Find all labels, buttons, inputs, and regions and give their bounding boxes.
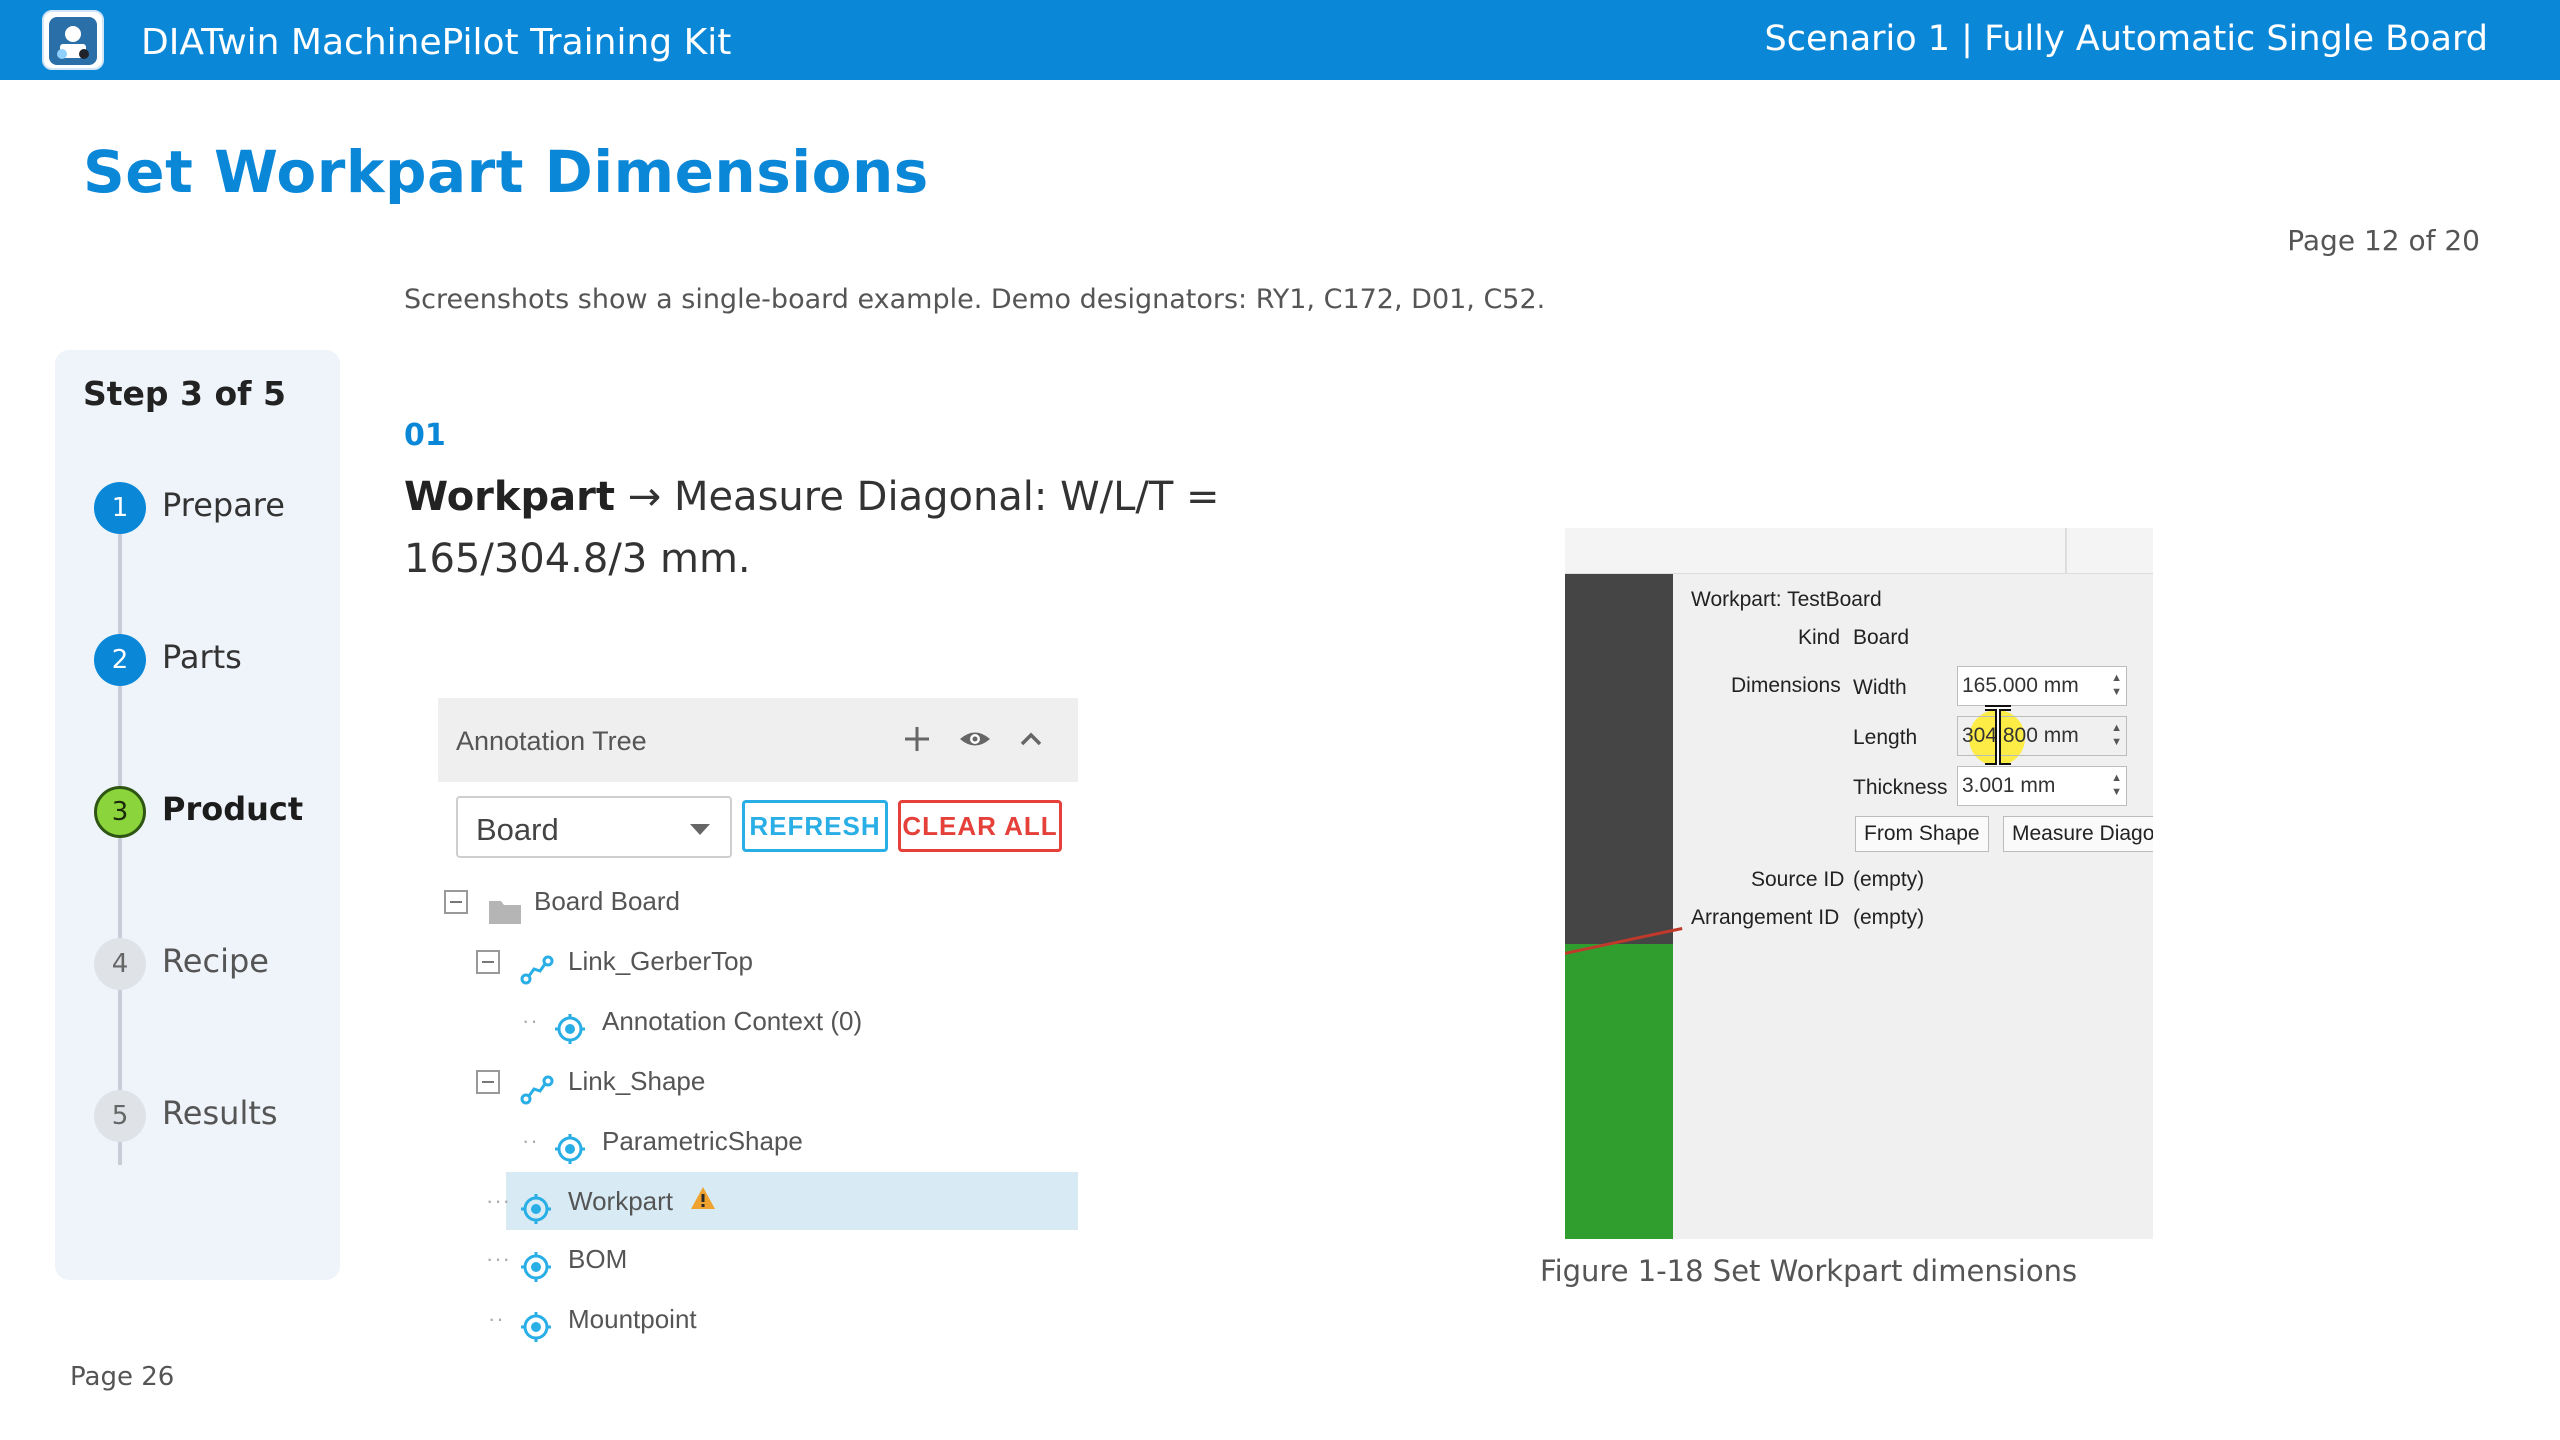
step-recipe[interactable]: 4 Recipe — [55, 938, 340, 998]
instruction-bold: Workpart — [404, 474, 615, 520]
instruction-line1: Measure Diagonal: W/L/T = — [673, 474, 1220, 520]
dimensions-label: Dimensions — [1731, 674, 1841, 697]
tree-connector: ·· — [522, 1008, 539, 1033]
text-cursor-icon — [1981, 704, 2015, 775]
step-label: Prepare — [162, 486, 285, 524]
target-icon — [520, 1305, 552, 1363]
3d-viewport — [1565, 574, 1683, 1239]
step-prepare[interactable]: 1 Prepare — [55, 482, 340, 542]
tree-filter-select[interactable]: Board — [456, 796, 732, 858]
tree-row-label: Link_GerberTop — [568, 946, 753, 976]
collapse-icon[interactable] — [444, 890, 468, 914]
kind-value: Board — [1853, 626, 1910, 649]
step-results[interactable]: 5 Results — [55, 1090, 340, 1150]
page-title: Set Workpart Dimensions — [83, 138, 929, 206]
collapse-icon[interactable] — [476, 1070, 500, 1094]
thickness-value: 3.001 mm — [1962, 774, 2056, 797]
tree-filter-value: Board — [476, 812, 559, 847]
tree-connector: ·· — [488, 1306, 505, 1331]
source-id-value: (empty) — [1853, 868, 1925, 891]
annotation-tree-title: Annotation Tree — [456, 726, 647, 756]
length-label: Length — [1853, 726, 1918, 749]
step-number-badge: 5 — [94, 1090, 146, 1142]
eye-icon[interactable] — [958, 724, 992, 758]
step-product[interactable]: 3 Product — [55, 786, 340, 846]
annotation-tree-panel: Annotation Tree Board REFRESH CLEAR ALL … — [438, 698, 1078, 1358]
thickness-field[interactable]: 3.001 mm ▲ ▼ — [1957, 766, 2127, 806]
tree-row-parametricshape[interactable]: ·· ParametricShape — [438, 1112, 1078, 1170]
tree-row-workpart[interactable]: Workpart — [506, 1172, 1078, 1230]
source-id-label: Source ID — [1751, 868, 1845, 891]
page-indicator: Page 12 of 20 — [2287, 224, 2480, 257]
tree-connector: ·· — [522, 1128, 539, 1153]
step-number-badge: 2 — [94, 634, 146, 686]
tree-row-link-gerbertop[interactable]: Link_GerberTop — [438, 932, 1078, 990]
clear-all-button[interactable]: CLEAR ALL — [898, 800, 1062, 852]
footer-page-number: Page 26 — [70, 1362, 175, 1392]
tree-row-label: ParametricShape — [602, 1126, 803, 1156]
tree-row-bom[interactable]: ··· BOM — [438, 1230, 1078, 1288]
width-field[interactable]: 165.000 mm ▲ ▼ — [1957, 666, 2127, 706]
tree-row-board[interactable]: Board Board — [438, 872, 1078, 930]
panel-toolbar-strip — [1565, 528, 2153, 574]
app-logo-icon — [42, 10, 104, 70]
tree-row-label: Board Board — [534, 886, 680, 916]
tree-row-link-shape[interactable]: Link_Shape — [438, 1052, 1078, 1110]
figure-caption: Figure 1-18 Set Workpart dimensions — [1540, 1254, 2078, 1288]
plus-icon[interactable] — [900, 724, 934, 758]
step-label: Recipe — [162, 942, 269, 980]
width-value: 165.000 mm — [1962, 674, 2079, 697]
step-progress-title: Step 3 of 5 — [83, 374, 286, 413]
instruction-text: Workpart → Measure Diagonal: W/L/T = 165… — [404, 466, 1224, 590]
arrangement-id-value: (empty) — [1853, 906, 1925, 929]
kind-label: Kind — [1798, 626, 1841, 649]
board-render — [1565, 944, 1673, 1239]
tree-row-mountpoint[interactable]: ·· Mountpoint — [438, 1290, 1078, 1348]
header-bar: DIATwin MachinePilot Training Kit Scenar… — [0, 0, 2560, 80]
instruction-line2: 165/304.8/3 mm. — [404, 536, 751, 582]
tree-row-annotation-context[interactable]: ·· Annotation Context (0) — [438, 992, 1078, 1050]
step-parts[interactable]: 2 Parts — [55, 634, 340, 694]
app-title: DIATwin MachinePilot Training Kit — [141, 22, 732, 63]
spinner-icon[interactable]: ▲ ▼ — [2111, 771, 2122, 799]
length-value: 304.800 mm — [1962, 724, 2079, 747]
chevron-down-icon — [690, 824, 710, 835]
instruction-number: 01 — [404, 418, 446, 453]
step-label: Parts — [162, 638, 242, 676]
tree-row-label: BOM — [568, 1244, 628, 1274]
width-label: Width — [1853, 676, 1907, 699]
collapse-icon[interactable] — [476, 950, 500, 974]
tree-row-label: Workpart — [568, 1172, 716, 1230]
annotation-tree-header: Annotation Tree — [438, 698, 1078, 782]
step-number-badge: 1 — [94, 482, 146, 534]
warning-icon — [691, 1187, 716, 1209]
step-number-badge: 4 — [94, 938, 146, 990]
step-label: Results — [162, 1094, 278, 1132]
arrangement-id-label: Arrangement ID — [1691, 906, 1840, 929]
tree-row-label: Annotation Context (0) — [602, 1006, 863, 1036]
screenshot-note: Screenshots show a single-board example.… — [404, 284, 1546, 315]
spinner-icon[interactable]: ▲ ▼ — [2111, 721, 2122, 749]
step-progress-panel: Step 3 of 5 1 Prepare 2 Parts 3 Product … — [55, 350, 340, 1280]
refresh-button[interactable]: REFRESH — [742, 800, 888, 852]
workpart-name-label: Workpart: TestBoard — [1691, 588, 1882, 611]
step-label: Product — [162, 790, 304, 828]
step-number-badge: 3 — [94, 786, 146, 838]
workpart-label: Workpart — [568, 1186, 673, 1216]
tree-connector: ··· — [486, 1246, 511, 1271]
tree-connector: ··· — [486, 1188, 511, 1213]
thickness-label: Thickness — [1853, 776, 1948, 799]
measure-diagonal-button[interactable]: Measure Diagor — [2003, 816, 2153, 852]
scenario-label: Scenario 1 | Fully Automatic Single Boar… — [1764, 19, 2488, 59]
spinner-icon[interactable]: ▲ ▼ — [2111, 671, 2122, 699]
tree-row-label: Mountpoint — [568, 1304, 697, 1334]
from-shape-button[interactable]: From Shape — [1855, 816, 1989, 852]
tree-row-label: Link_Shape — [568, 1066, 706, 1096]
arrow-icon: → — [627, 474, 662, 520]
workpart-properties-panel: Workpart: TestBoard Kind Board Dimension… — [1565, 528, 2153, 1239]
chevron-up-icon[interactable] — [1014, 724, 1048, 758]
